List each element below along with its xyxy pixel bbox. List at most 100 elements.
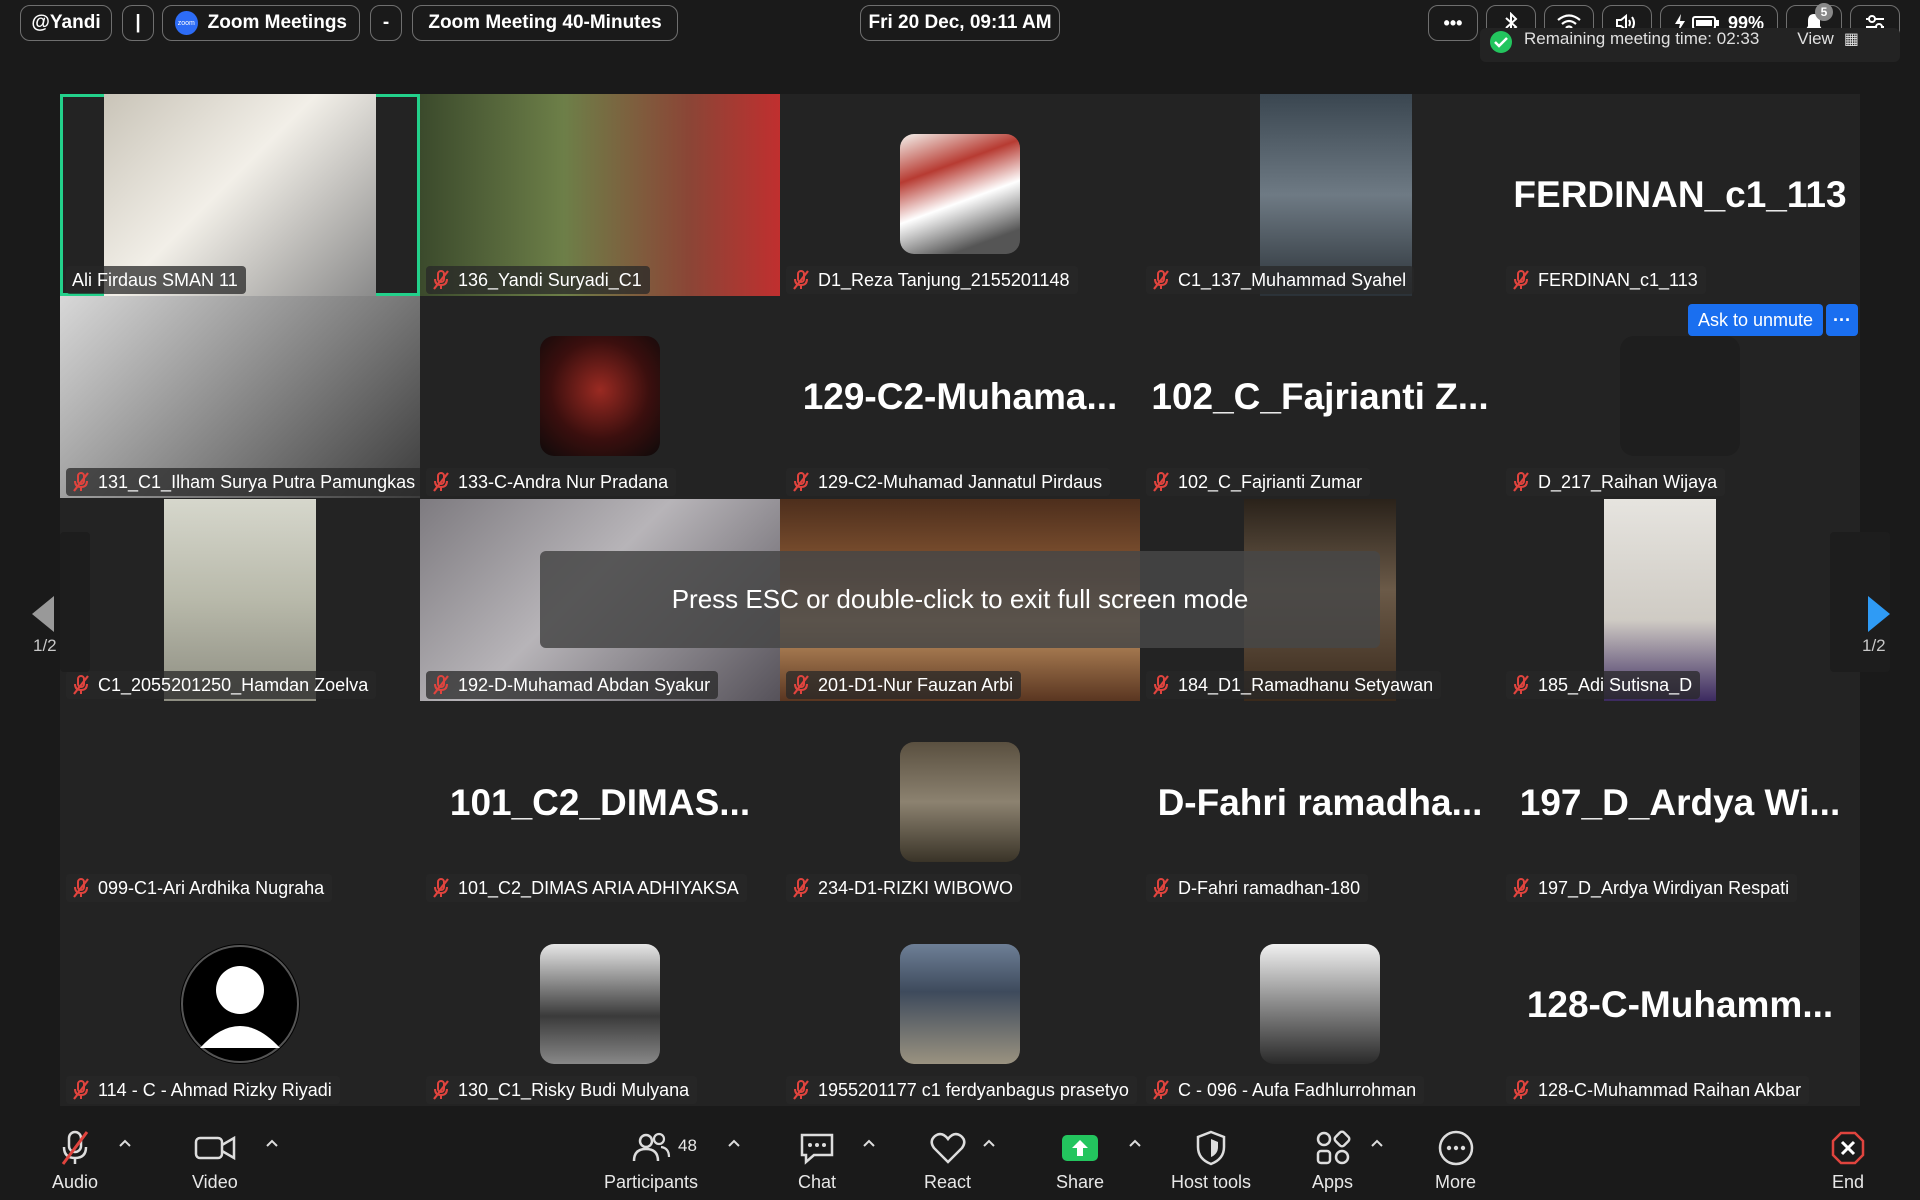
participant-avatar <box>1260 944 1380 1064</box>
mic-muted-icon <box>61 1130 89 1165</box>
participants-options-caret-icon[interactable] <box>727 1136 741 1150</box>
more-button[interactable]: More <box>1435 1128 1476 1193</box>
dash-pill: - <box>370 5 402 41</box>
mic-muted-icon <box>73 878 89 898</box>
participant-tile[interactable]: 129-C2-Muhama... 129-C2-Muhamad Jannatul … <box>780 296 1140 498</box>
prev-arrow-icon <box>32 596 54 632</box>
prev-page-button[interactable] <box>32 532 90 672</box>
participant-tile[interactable]: 131_C1_Ilham Surya Putra Pamungkas <box>60 296 420 498</box>
participant-tile[interactable]: 133-C-Andra Nur Pradana <box>420 296 780 498</box>
participant-tile[interactable]: 099-C1-Ari Ardhika Nugraha <box>60 702 420 904</box>
more-options-button[interactable]: ••• <box>1428 5 1478 41</box>
participant-name-label: 1955201177 c1 ferdyanbagus prasetyo <box>786 1076 1137 1104</box>
participant-name: 234-D1-RIZKI WIBOWO <box>818 877 1014 898</box>
participant-tile[interactable]: C1_2055201250_Hamdan Zoelva <box>60 499 420 701</box>
participant-tile[interactable]: 197_D_Ardya Wi... 197_D_Ardya Wirdiyan Re… <box>1500 702 1860 904</box>
participant-name: FERDINAN_c1_113 <box>1538 269 1698 290</box>
apps-label: Apps <box>1312 1172 1354 1192</box>
react-options-caret-icon[interactable] <box>982 1136 996 1150</box>
zoom-logo-icon: zoom <box>175 11 198 35</box>
mic-muted-icon <box>793 675 809 695</box>
app-title-pill[interactable]: zoom Zoom Meetings <box>162 5 360 41</box>
share-options-caret-icon[interactable] <box>1128 1136 1142 1150</box>
react-button[interactable]: React <box>924 1128 971 1193</box>
mic-muted-icon <box>73 675 89 695</box>
remaining-time-text: Remaining meeting time: 02:33 <box>1524 29 1760 48</box>
apps-options-caret-icon[interactable] <box>1370 1136 1384 1150</box>
participant-tile[interactable]: D-Fahri ramadha... D-Fahri ramadhan-180 <box>1140 702 1500 904</box>
participant-tile[interactable]: 1955201177 c1 ferdyanbagus prasetyo <box>780 904 1140 1106</box>
participant-name-label: 114 - C - Ahmad Rizky Riyadi <box>66 1076 340 1104</box>
chat-options-caret-icon[interactable] <box>862 1136 876 1150</box>
participant-tile[interactable]: 234-D1-RIZKI WIBOWO <box>780 702 1140 904</box>
end-close-icon <box>1831 1131 1865 1165</box>
view-button[interactable]: View <box>1797 29 1834 49</box>
participant-name: 197_D_Ardya Wirdiyan Respati <box>1538 877 1790 898</box>
participant-tile[interactable]: 128-C-Muhamm... 128-C-Muhammad Raihan Akb… <box>1500 904 1860 1106</box>
participant-tile[interactable]: 185_Adi Sutisna_D <box>1500 499 1860 701</box>
participant-name-label: C1_2055201250_Hamdan Zoelva <box>66 671 377 699</box>
participant-tile[interactable]: C1_137_Muhammad Syahel <box>1140 94 1500 296</box>
participant-name-label: 201-D1-Nur Fauzan Arbi <box>786 671 1022 699</box>
user-label: @Yandi <box>31 12 101 33</box>
shield-icon <box>1196 1130 1226 1166</box>
share-button[interactable]: Share <box>1056 1128 1104 1193</box>
video-label: Video <box>192 1172 238 1192</box>
dash-label: - <box>382 12 390 33</box>
audio-button[interactable]: Audio <box>52 1128 98 1193</box>
mic-muted-icon <box>793 472 809 492</box>
more-dots-label: ••• <box>1443 12 1463 33</box>
participant-more-button[interactable]: ··· <box>1826 304 1858 336</box>
audio-label: Audio <box>52 1172 99 1192</box>
participant-name-label: 130_C1_Risky Budi Mulyana <box>426 1076 698 1104</box>
mic-muted-icon <box>1153 878 1169 898</box>
participant-name-label: 129-C2-Muhamad Jannatul Pirdaus <box>786 468 1111 496</box>
participant-avatar <box>900 134 1020 254</box>
mic-muted-icon <box>73 472 89 492</box>
participant-tile[interactable]: D1_Reza Tanjung_2155201148 <box>780 94 1140 296</box>
participant-avatar <box>900 742 1020 862</box>
user-pill[interactable]: @Yandi <box>20 5 112 41</box>
datetime-pill[interactable]: Fri 20 Dec, 09:11 AM <box>860 5 1060 41</box>
chat-label: Chat <box>798 1172 837 1192</box>
end-meeting-button[interactable]: End <box>1830 1128 1866 1193</box>
video-button[interactable]: Video <box>192 1128 238 1193</box>
mic-muted-icon <box>433 472 449 492</box>
participant-name: 133-C-Andra Nur Pradana <box>458 471 669 492</box>
mic-muted-icon <box>433 878 449 898</box>
ask-to-unmute-button[interactable]: Ask to unmute <box>1688 304 1824 336</box>
zoom-logo-text: zoom <box>177 19 195 27</box>
chat-button[interactable]: Chat <box>798 1128 836 1193</box>
participant-name-label: 099-C1-Ari Ardhika Nugraha <box>66 874 333 902</box>
participant-name-label: D-Fahri ramadhan-180 <box>1146 874 1369 902</box>
participant-name-label: 234-D1-RIZKI WIBOWO <box>786 874 1022 902</box>
participant-name: 192-D-Muhamad Abdan Syakur <box>458 674 711 695</box>
mic-muted-icon <box>1153 270 1169 290</box>
host-tools-button[interactable]: Host tools <box>1171 1128 1251 1193</box>
mic-muted-icon <box>73 1080 89 1100</box>
meeting-toolbar: Audio Video Participants 48 Chat React S… <box>0 1112 1920 1200</box>
mic-muted-icon <box>1513 675 1529 695</box>
apps-button[interactable]: Apps <box>1312 1128 1353 1193</box>
page-indicator-right: 1/2 <box>1862 636 1886 655</box>
grid-view-icon[interactable]: ▦ <box>1844 29 1859 49</box>
participant-name: 099-C1-Ari Ardhika Nugraha <box>98 877 325 898</box>
participant-name-label: 101_C2_DIMAS ARIA ADHIYAKSA <box>426 874 747 902</box>
mic-muted-icon <box>1513 1080 1529 1100</box>
more-circle-icon <box>1438 1130 1473 1166</box>
participant-tile[interactable]: Ali Firdaus SMAN 11 <box>60 94 420 296</box>
video-options-caret-icon[interactable] <box>265 1136 279 1150</box>
participant-tile[interactable]: 136_Yandi Suryadi_C1 <box>420 94 780 296</box>
participant-tile[interactable]: 114 - C - Ahmad Rizky Riyadi <box>60 904 420 1106</box>
participant-tile[interactable]: 102_C_Fajrianti Z... 102_C_Fajrianti Zuma… <box>1140 296 1500 498</box>
participant-tile[interactable]: 101_C2_DIMAS... 101_C2_DIMAS ARIA ADHIYAK… <box>420 702 780 904</box>
audio-options-caret-icon[interactable] <box>118 1136 132 1150</box>
participant-tile[interactable]: C - 096 - Aufa Fadhlurrohman <box>1140 904 1500 1106</box>
host-tools-label: Host tools <box>1171 1172 1252 1192</box>
participant-tile[interactable]: FERDINAN_c1_113 FERDINAN_c1_113 <box>1500 94 1860 296</box>
meeting-title-pill[interactable]: Zoom Meeting 40-Minutes <box>412 5 678 41</box>
participant-tile[interactable]: 130_C1_Risky Budi Mulyana <box>420 904 780 1106</box>
participant-name: 184_D1_Ramadhanu Setyawan <box>1178 674 1434 695</box>
participant-name: C1_137_Muhammad Syahel <box>1178 269 1407 290</box>
participant-name-label: 185_Adi Sutisna_D <box>1506 671 1701 699</box>
